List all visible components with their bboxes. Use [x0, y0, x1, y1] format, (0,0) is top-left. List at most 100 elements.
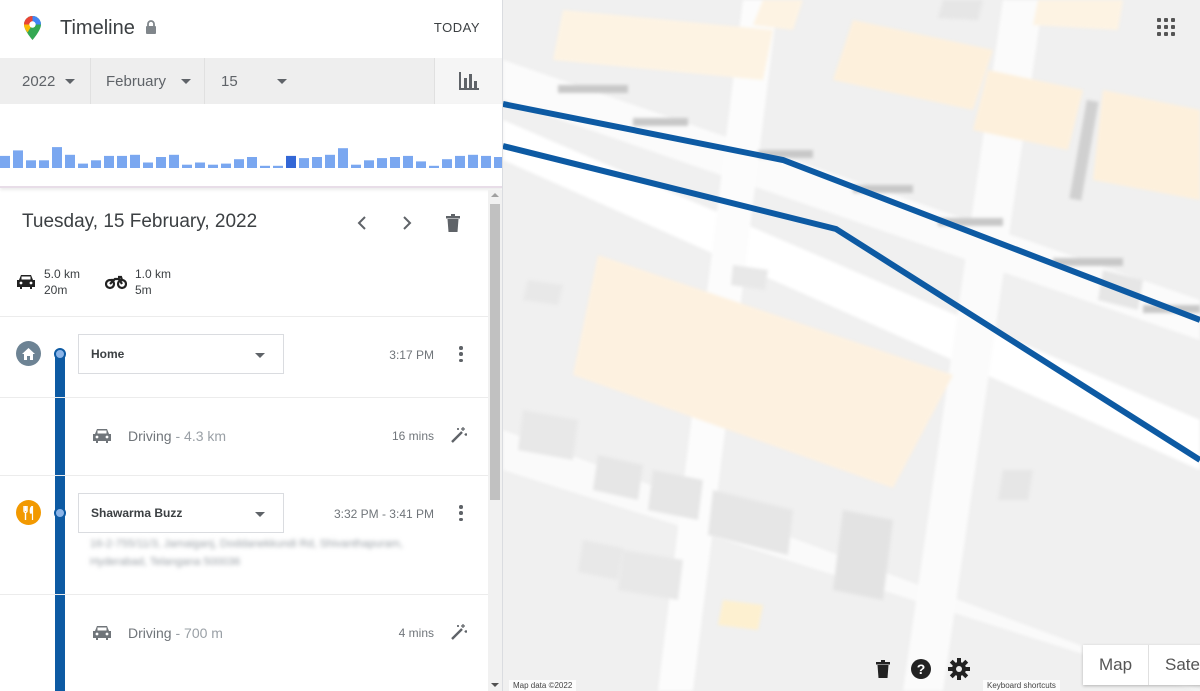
- route-overlay[interactable]: [503, 0, 1200, 691]
- month-select[interactable]: February: [90, 58, 204, 104]
- histogram-bar[interactable]: [182, 164, 192, 168]
- settings-gear-icon[interactable]: [947, 656, 971, 682]
- home-place-icon: [16, 341, 41, 366]
- histogram-bar[interactable]: [169, 154, 179, 168]
- car-duration: 20m: [44, 283, 68, 297]
- histogram-bar[interactable]: [65, 154, 75, 168]
- maps-pin-logo-icon: [24, 16, 41, 40]
- drive-distance: 700 m: [184, 625, 223, 641]
- chevron-down-icon: [277, 79, 287, 84]
- next-day-button[interactable]: [395, 211, 419, 235]
- map-type-satellite-button[interactable]: Satellite: [1149, 645, 1200, 685]
- histogram-bar[interactable]: [26, 160, 36, 168]
- restaurant-time: 3:32 PM - 3:41 PM: [333, 507, 434, 521]
- delete-day-button[interactable]: [441, 211, 465, 235]
- motorcycle-duration: 5m: [135, 283, 152, 297]
- histogram-bar[interactable]: [390, 157, 400, 168]
- histogram-bar[interactable]: [364, 160, 374, 168]
- histogram-bar[interactable]: [117, 155, 127, 168]
- drive-segment-1[interactable]: Driving - 4.3 km: [128, 428, 226, 444]
- restaurant-place-select[interactable]: Shawarma Buzz: [78, 493, 284, 533]
- svg-text:?: ?: [917, 661, 926, 677]
- motorcycle-summary: 1.0 km 5m: [105, 266, 171, 298]
- car-icon: [93, 626, 111, 640]
- apps-grid-icon[interactable]: [1157, 18, 1175, 36]
- scroll-down-arrow-icon[interactable]: [491, 683, 499, 687]
- chevron-down-icon: [255, 512, 265, 517]
- map-attribution: Map data ©2022: [509, 680, 577, 691]
- histogram-bar[interactable]: [325, 154, 335, 168]
- histogram-bar[interactable]: [195, 162, 205, 169]
- edit-magic-wand-icon[interactable]: [451, 427, 467, 443]
- drive-mode-label: Driving: [128, 625, 172, 641]
- home-icon: [22, 347, 35, 360]
- histogram-bar[interactable]: [494, 157, 503, 168]
- histogram-bar[interactable]: [260, 165, 270, 168]
- route-line-upper: [503, 101, 1200, 323]
- divider: [0, 594, 488, 595]
- histogram-bar[interactable]: [312, 157, 322, 168]
- divider: [0, 475, 488, 476]
- trash-icon[interactable]: [871, 656, 895, 682]
- histogram-bar[interactable]: [130, 154, 140, 168]
- histogram-bar[interactable]: [91, 160, 101, 168]
- timeline-dot: [54, 348, 66, 360]
- home-place-select[interactable]: Home: [78, 334, 284, 374]
- histogram-bar[interactable]: [403, 155, 413, 168]
- histogram-bar[interactable]: [351, 164, 361, 168]
- timeline-panel: Timeline TODAY 2022 February 15 Tuesday,…: [0, 0, 503, 691]
- previous-day-button[interactable]: [350, 211, 374, 235]
- histogram-bar[interactable]: [78, 163, 88, 168]
- map-type-map-button[interactable]: Map: [1083, 645, 1149, 685]
- day-select[interactable]: 15: [204, 58, 304, 104]
- car-icon: [93, 429, 111, 443]
- activity-histogram[interactable]: [0, 104, 503, 188]
- histogram-bar[interactable]: [247, 157, 257, 168]
- histogram-bar[interactable]: [143, 162, 153, 169]
- drive-duration: 4 mins: [398, 626, 434, 640]
- histogram-bar[interactable]: [13, 150, 23, 168]
- day-details: Tuesday, 15 February, 2022 5.0 km 20m 1.…: [0, 190, 502, 691]
- drive-duration: 16 mins: [391, 429, 434, 443]
- motorcycle-distance: 1.0 km: [135, 267, 172, 281]
- car-distance: 5.0 km: [44, 267, 81, 281]
- today-button[interactable]: TODAY: [434, 20, 480, 35]
- histogram-bar[interactable]: [338, 148, 348, 168]
- timeline-dot: [54, 507, 66, 519]
- more-options-icon[interactable]: [454, 503, 468, 523]
- drive-segment-2[interactable]: Driving - 700 m: [128, 625, 223, 641]
- histogram-bar[interactable]: [273, 165, 283, 168]
- keyboard-shortcuts-link[interactable]: Keyboard shortcuts: [983, 680, 1060, 691]
- divider: [0, 316, 488, 317]
- bar-chart-toggle-button[interactable]: [434, 58, 502, 104]
- histogram-bar[interactable]: [208, 164, 218, 168]
- restaurant-address: 16-2-755/11/3, Jamaiganj, Doddanekkundi …: [90, 538, 403, 568]
- histogram-bar[interactable]: [52, 147, 62, 168]
- histogram-bar[interactable]: [429, 165, 439, 168]
- histogram-bar[interactable]: [442, 159, 452, 168]
- help-icon[interactable]: ?: [909, 656, 933, 682]
- map-view[interactable]: ? Map Satellite Map data ©2022 Keyboard …: [503, 0, 1200, 691]
- histogram-bar[interactable]: [221, 163, 231, 168]
- histogram-bar[interactable]: [286, 155, 296, 168]
- histogram-bar[interactable]: [156, 157, 166, 168]
- more-options-icon[interactable]: [454, 344, 468, 364]
- drive-mode-label: Driving: [128, 428, 172, 444]
- edit-magic-wand-icon[interactable]: [451, 624, 467, 640]
- histogram-bar[interactable]: [39, 160, 49, 168]
- year-select[interactable]: 2022: [0, 58, 90, 104]
- histogram-bar[interactable]: [299, 158, 309, 168]
- scrollbar-thumb[interactable]: [490, 204, 500, 500]
- histogram-bar[interactable]: [377, 158, 387, 168]
- histogram-bar[interactable]: [234, 159, 244, 168]
- car-summary: 5.0 km 20m: [16, 266, 80, 298]
- date-selector-bar: 2022 February 15: [0, 58, 502, 104]
- histogram-bar[interactable]: [481, 155, 491, 168]
- histogram-bar[interactable]: [0, 155, 10, 168]
- scroll-up-arrow-icon[interactable]: [491, 193, 499, 197]
- day-title: Tuesday, 15 February, 2022: [22, 211, 258, 232]
- histogram-bar[interactable]: [468, 154, 478, 168]
- histogram-bar[interactable]: [104, 155, 114, 168]
- histogram-bar[interactable]: [416, 161, 426, 168]
- histogram-bar[interactable]: [455, 155, 465, 168]
